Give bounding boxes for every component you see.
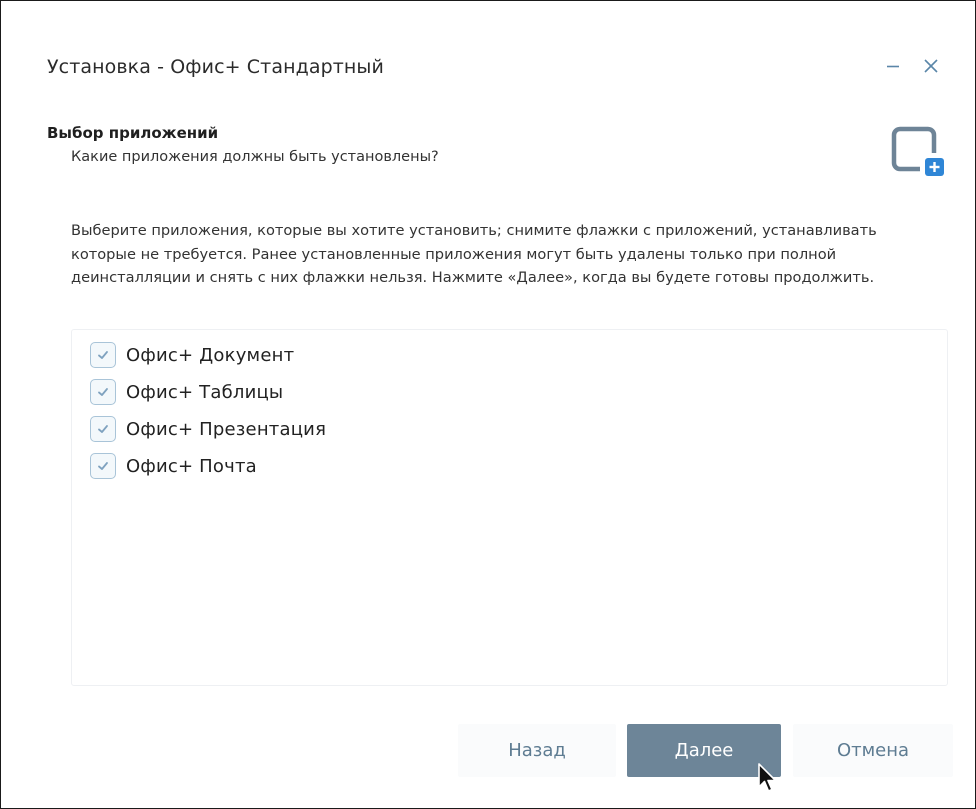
component-label: Офис+ Презентация <box>126 418 327 440</box>
list-item-presentation[interactable]: Офис+ Презентация <box>90 414 326 444</box>
component-label: Офис+ Таблицы <box>126 381 284 403</box>
section-subtitle: Какие приложения должны быть установлены… <box>71 149 439 165</box>
window-add-icon <box>890 125 946 177</box>
checkmark-icon <box>98 425 108 433</box>
checkbox-presentation[interactable] <box>90 416 116 442</box>
checkmark-icon <box>98 351 108 359</box>
close-icon <box>924 59 938 73</box>
components-list: Офис+ Документ Офис+ Таблицы Офис+ Презе… <box>71 329 948 686</box>
section-title: Выбор приложений <box>47 124 219 142</box>
window-title: Установка - Офис+ Стандартный <box>47 56 384 78</box>
back-button[interactable]: Назад <box>458 724 616 777</box>
mouse-pointer-icon <box>758 763 777 792</box>
minimize-button[interactable] <box>881 54 905 78</box>
checkbox-mail[interactable] <box>90 453 116 479</box>
list-item-document[interactable]: Офис+ Документ <box>90 340 294 370</box>
component-label: Офис+ Почта <box>126 455 257 477</box>
list-item-mail[interactable]: Офис+ Почта <box>90 451 257 481</box>
list-item-tables[interactable]: Офис+ Таблицы <box>90 377 283 407</box>
installer-window: Установка - Офис+ Стандартный Выбор прил… <box>0 0 976 809</box>
checkbox-document[interactable] <box>90 342 116 368</box>
cancel-button[interactable]: Отмена <box>793 724 953 777</box>
checkmark-icon <box>98 462 108 470</box>
instructions-text: Выберите приложения, которые вы хотите у… <box>71 222 877 286</box>
close-button[interactable] <box>919 54 943 78</box>
checkmark-icon <box>98 388 108 396</box>
checkbox-tables[interactable] <box>90 379 116 405</box>
component-label: Офис+ Документ <box>126 344 295 366</box>
minimize-icon <box>887 65 899 68</box>
